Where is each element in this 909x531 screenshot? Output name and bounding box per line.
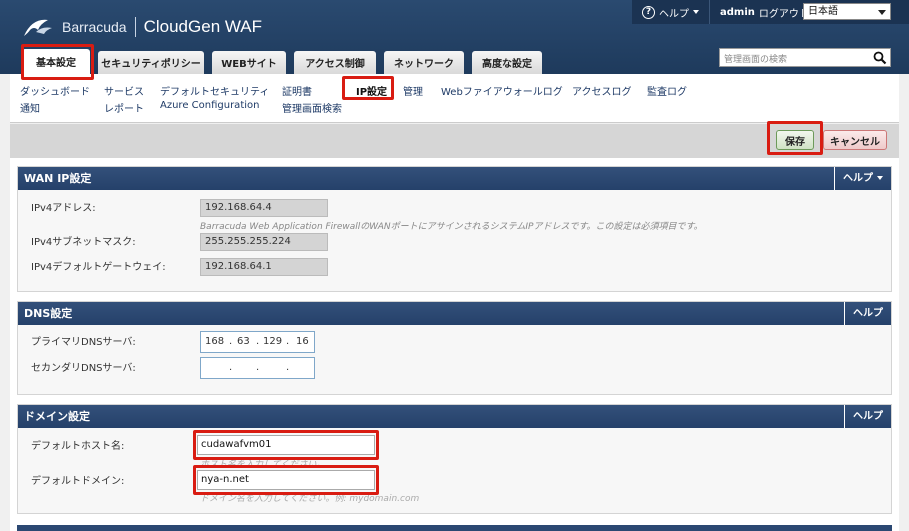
- secondary-dns-label: セカンダリDNSサーバ:: [31, 363, 136, 374]
- subnav-default-security[interactable]: デフォルトセキュリティ: [160, 83, 269, 98]
- chevron-down-icon: [877, 176, 883, 180]
- product-name: CloudGen WAF: [143, 17, 263, 36]
- ip-octet[interactable]: 168: [205, 332, 224, 352]
- ip-dot: .: [229, 362, 233, 373]
- tab-basic[interactable]: 基本設定: [22, 49, 90, 74]
- ip-octet[interactable]: 16: [296, 332, 309, 352]
- search-placeholder: 管理画面の検索: [724, 55, 788, 65]
- user-area: admin ログアウト: [710, 0, 815, 24]
- cancel-button[interactable]: キャンセル: [823, 130, 887, 150]
- tab-label: アクセス制御: [305, 59, 365, 70]
- dns-section: DNS設定 ヘルプ: [17, 301, 892, 395]
- chevron-down-icon: [878, 10, 886, 15]
- section-header: WAN IP設定 ヘルプ: [18, 167, 891, 190]
- search-input[interactable]: 管理画面の検索: [719, 48, 891, 67]
- app-header: Barracuda CloudGen WAF ? ヘルプ admin ログアウト…: [0, 0, 909, 74]
- barracuda-fish-icon: [24, 19, 52, 36]
- top-utility-bar: ? ヘルプ admin ログアウト 日本語: [632, 0, 909, 24]
- sub-navigation: ダッシュボード 通知 サービス レポート デフォルトセキュリティ Azure C…: [10, 74, 899, 123]
- language-select[interactable]: 日本語: [803, 3, 891, 20]
- subnet-mask-field: 255.255.255.224: [200, 233, 328, 251]
- domain-section: ドメイン設定 ヘルプ: [17, 404, 892, 514]
- secondary-dns-input[interactable]: . . .: [200, 357, 315, 379]
- section-title: WAN IP設定: [24, 172, 92, 185]
- action-bar: [10, 124, 899, 158]
- subnav-services[interactable]: サービス: [104, 83, 144, 98]
- ipv4-address-description: Barracuda Web Application FirewallのWANポー…: [200, 222, 703, 232]
- subnav-reports[interactable]: レポート: [104, 100, 144, 115]
- help-button[interactable]: ヘルプ: [844, 302, 891, 325]
- barracuda-logo: Barracuda CloudGen WAF: [22, 14, 262, 40]
- ip-dot: .: [256, 362, 260, 373]
- ip-dot: .: [256, 336, 260, 347]
- logo-divider: [134, 17, 136, 37]
- logout-link[interactable]: ログアウト: [759, 5, 809, 20]
- tab-security-policy[interactable]: セキュリティポリシー: [98, 51, 204, 74]
- ipv4-address-label: IPv4アドレス:: [31, 203, 96, 214]
- chevron-down-icon: [693, 10, 699, 14]
- subnav-administration[interactable]: 管理: [403, 83, 423, 98]
- subnav-ip-settings[interactable]: IP設定: [356, 83, 387, 98]
- primary-dns-label: プライマリDNSサーバ:: [31, 337, 136, 348]
- brand-name: Barracuda: [62, 19, 127, 35]
- ip-dot: .: [286, 336, 290, 347]
- tab-access-control[interactable]: アクセス制御: [294, 51, 376, 74]
- tab-label: ネットワーク: [394, 59, 454, 70]
- subnav-dashboard[interactable]: ダッシュボード: [20, 83, 90, 98]
- default-domain-input[interactable]: nya-n.net: [197, 470, 375, 490]
- tab-websites[interactable]: WEBサイト: [212, 51, 286, 74]
- default-gateway-field: 192.168.64.1: [200, 258, 328, 276]
- default-gateway-label: IPv4デフォルトゲートウェイ:: [31, 262, 166, 273]
- subnav-certificates[interactable]: 証明書: [282, 83, 312, 98]
- help-label: ヘルプ: [843, 173, 873, 184]
- ip-dot: .: [286, 362, 290, 373]
- subnav-notifications[interactable]: 通知: [20, 100, 40, 115]
- tab-label: 基本設定: [36, 58, 76, 69]
- tab-label: WEBサイト: [221, 59, 277, 70]
- save-button[interactable]: 保存: [776, 130, 814, 150]
- subnav-admin-search[interactable]: 管理画面検索: [282, 100, 342, 115]
- help-menu[interactable]: ? ヘルプ: [632, 0, 710, 24]
- subnav-access-logs[interactable]: アクセスログ: [572, 83, 632, 98]
- default-hostname-description: ホスト名を入力してください。: [200, 460, 326, 470]
- tab-advanced[interactable]: 高度な設定: [472, 51, 542, 74]
- help-button[interactable]: ヘルプ: [844, 405, 891, 428]
- section-header: DNS設定 ヘルプ: [18, 302, 891, 325]
- default-domain-description: ドメイン名を入力してください。例: mydomain.com: [200, 494, 420, 504]
- subnav-azure-configuration[interactable]: Azure Configuration: [160, 100, 259, 111]
- ip-octet[interactable]: 63: [237, 332, 250, 352]
- section-title: DNS設定: [24, 307, 73, 320]
- user-name: admin: [720, 6, 755, 18]
- subnav-web-firewall-logs[interactable]: Webファイアウォールログ: [441, 83, 563, 98]
- search-icon[interactable]: [873, 51, 887, 65]
- tab-label: 高度な設定: [482, 59, 532, 70]
- ip-octet[interactable]: 129: [263, 332, 282, 352]
- section-title: ドメイン設定: [24, 410, 90, 423]
- tab-label: セキュリティポリシー: [101, 59, 201, 70]
- help-icon: ?: [642, 5, 655, 19]
- default-domain-label: デフォルトドメイン:: [31, 476, 125, 487]
- help-menu-label: ヘルプ: [659, 8, 689, 20]
- default-hostname-label: デフォルトホスト名:: [31, 441, 125, 452]
- tab-network[interactable]: ネットワーク: [384, 51, 464, 74]
- subnet-mask-label: IPv4サブネットマスク:: [31, 237, 136, 248]
- language-value: 日本語: [808, 6, 838, 17]
- primary-dns-input[interactable]: 168 . 63 . 129 . 16: [200, 331, 315, 353]
- help-button[interactable]: ヘルプ: [834, 167, 891, 190]
- main-tabs: 基本設定 セキュリティポリシー WEBサイト アクセス制御 ネットワーク 高度な…: [22, 49, 550, 74]
- section-header: ドメイン設定 ヘルプ: [18, 405, 891, 428]
- ip-dot: .: [229, 336, 233, 347]
- default-hostname-input[interactable]: cudawafvm01: [197, 435, 375, 455]
- ipv4-address-field: 192.168.64.4: [200, 199, 328, 217]
- next-section-header: [17, 525, 892, 531]
- subnav-audit-logs[interactable]: 監査ログ: [647, 83, 687, 98]
